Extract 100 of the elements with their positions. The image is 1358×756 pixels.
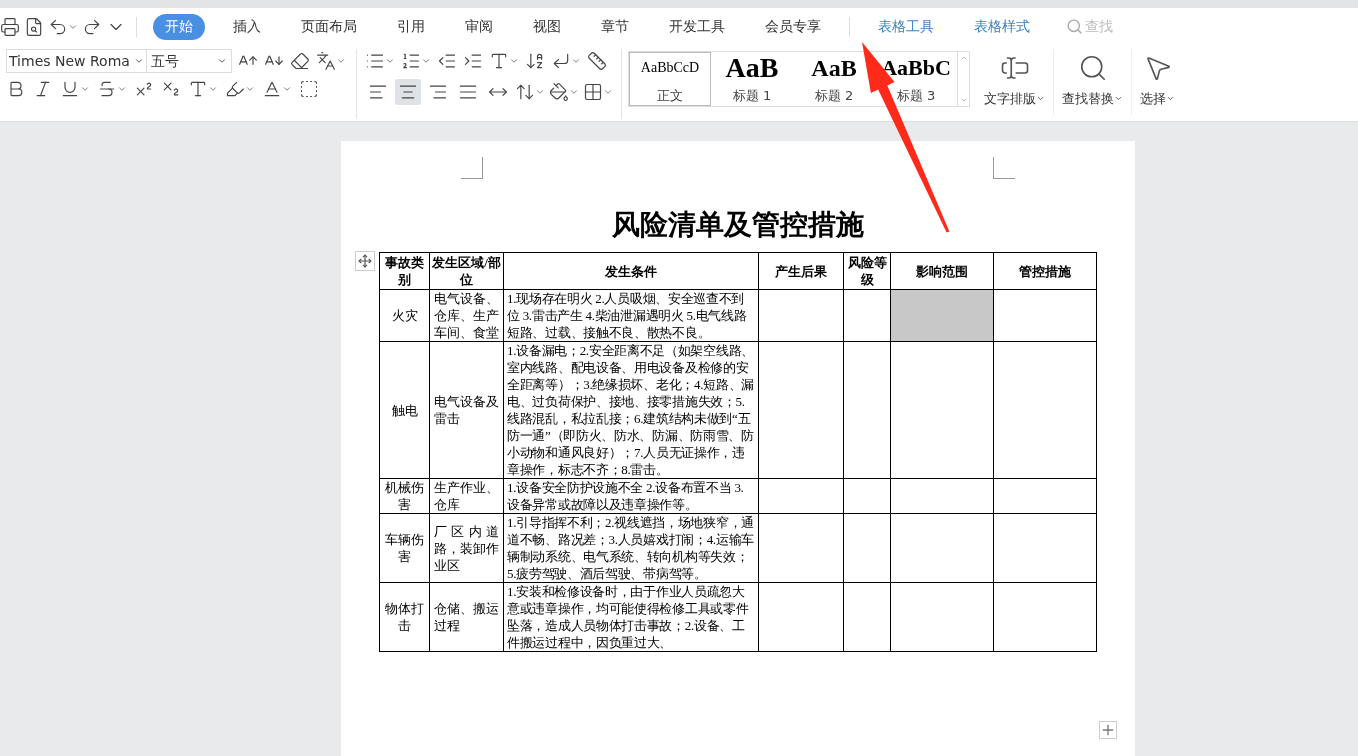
caret-icon[interactable] [535,87,545,97]
caret-icon[interactable] [217,56,227,66]
table-cell: 火灾 [379,289,430,342]
table-cell: 物体打击 [379,582,430,652]
table-cell[interactable] [843,513,891,583]
menu-tab[interactable]: 插入 [221,13,273,40]
caret-icon[interactable] [245,84,255,94]
ribbon-button[interactable]: 查找替换 [1054,49,1132,115]
caret-icon[interactable] [336,56,346,66]
menu-tab[interactable]: 章节 [589,13,641,40]
table-cell: 机械伤害 [379,478,430,514]
sort-icon[interactable] [525,51,545,71]
highlighter-icon[interactable] [225,79,245,99]
table-cell: 生产作业、仓库 [429,478,504,514]
caret-icon[interactable] [509,56,519,66]
menu-tab[interactable]: 引用 [385,13,437,40]
underline-icon[interactable] [60,79,80,99]
ruler-icon[interactable] [587,51,607,71]
caret-icon[interactable] [603,87,613,97]
table-cell[interactable] [758,478,844,514]
add-row-icon[interactable] [1099,721,1117,739]
table-cell[interactable] [993,478,1097,514]
column-header: 发生区域/部位 [429,252,504,290]
table-cell[interactable] [993,582,1097,652]
menu-tab[interactable]: 会员专享 [753,13,833,40]
table-cell[interactable] [758,582,844,652]
paragraph-mark-icon[interactable] [551,51,571,71]
asian-layout-icon[interactable] [489,51,509,71]
table-cell: 车辆伤害 [379,513,430,583]
column-header: 事故类别 [379,252,430,290]
menu-tab[interactable]: 表格工具 [866,13,946,40]
caret-icon[interactable] [385,56,395,66]
font-size-field[interactable]: 五号 [146,49,232,73]
caret-icon[interactable] [117,84,127,94]
table-cell[interactable] [890,478,994,514]
column-header: 影响范围 [890,252,994,290]
table-cell: 1.设备漏电；2.安全距离不足（如架空线路、室内线路、配电设备、用电设备及检修的安全距离等）；3.绝缘损坏、老化；4.短路、漏电、过负荷保护、接地、接零措施失效；5.线路混乱，私拉乱接；6.建筑结构未做到“五防一通”（即防火、防水、防漏、防雨雪、防小动物和通风良好）；7.人员无证操作，违章操作，标志不齐；8.雷击。 [503,341,759,479]
table-cell[interactable] [758,289,844,342]
table-move-handle-icon[interactable] [355,251,375,271]
caret-icon[interactable] [571,56,581,66]
style-preset[interactable]: AaBbCcD 正文 [629,52,711,106]
table-cell[interactable] [993,341,1097,479]
menu-tab[interactable]: 审阅 [453,13,505,40]
column-header: 风险等级 [843,252,891,290]
style-preset[interactable]: AaB 标题 1 [711,52,793,106]
table-cell[interactable] [890,289,994,342]
caret-icon[interactable] [421,56,431,66]
search-icon [1066,18,1083,35]
table-cell[interactable] [993,513,1097,583]
table-cell: 电气设备、仓库、生产车间、食堂 [429,289,504,342]
menu-tab[interactable]: 视图 [521,13,573,40]
font-color-icon[interactable] [262,79,282,99]
menu-tab[interactable]: 开发工具 [657,13,737,40]
table-cell[interactable] [843,341,891,479]
table-cell[interactable] [890,341,994,479]
margin-corner-mark [993,157,1015,179]
borders-icon[interactable] [583,82,603,102]
column-header: 发生条件 [503,252,759,290]
line-spacing-icon[interactable] [515,82,535,102]
print-preview-icon[interactable] [24,16,44,37]
printer-icon[interactable] [0,16,20,37]
eraser-icon[interactable] [290,51,310,71]
table-cell[interactable] [993,289,1097,342]
caret-icon[interactable] [282,84,292,94]
table-cell: 1.安装和检修设备时，由于作业人员疏忽大意或违章操作，均可能使得检修工具或零件坠落，造成人员物体打击事故；2.设备、工件搬运过程中，因负重过大、 [503,582,759,652]
strikethrough-icon[interactable] [97,79,117,99]
align-center-icon[interactable] [395,79,421,105]
table-cell[interactable] [758,513,844,583]
character-border-icon[interactable] [299,79,319,99]
numbered-list-icon[interactable] [401,51,421,71]
menu-tab[interactable]: 页面布局 [289,13,369,40]
table-cell[interactable] [890,513,994,583]
ribbon-button[interactable]: 选择 [1132,49,1183,115]
margin-corner-mark [461,157,483,179]
caret-icon[interactable] [80,84,90,94]
caret-icon[interactable] [569,87,579,97]
table-cell: 厂区内道路，装卸作业区 [429,513,504,583]
phonetic-guide-icon[interactable] [316,51,336,71]
table-cell: 1.现场存在明火 2.人员吸烟、安全巡查不到位 3.雷击产生 4.柴油泄漏遇明火 5.电气线路短路、过载、接触不良、散热不良。 [503,289,759,342]
font-name-field[interactable]: Times New Roma [6,49,147,73]
search-field[interactable]: 查找 [1085,16,1165,37]
table-cell: 触电 [379,341,430,479]
ribbon-button[interactable]: 文字排版 [976,49,1054,115]
text-effect-icon[interactable] [188,79,208,99]
table-cell: 1.引导指挥不利；2.视线遮挡，场地狭窄，通道不畅、路况差；3.人员嬉戏打闹；4.运输车辆制动系统、电气系统、转向机构等失效；5.疲劳驾驶、酒后驾驶、带病驾等。 [503,513,759,583]
table-cell[interactable] [843,478,891,514]
table-cell[interactable] [890,582,994,652]
shading-icon[interactable] [549,82,569,102]
table-cell: 电气设备及雷击 [429,341,504,479]
caret-icon[interactable] [208,84,218,94]
table-cell[interactable] [843,289,891,342]
column-header: 产生后果 [758,252,844,290]
table-cell[interactable] [758,341,844,479]
menu-tab[interactable]: 表格样式 [962,13,1042,40]
document-title: 风险清单及管控措施 [611,208,865,242]
table-cell: 1.设备安全防护设施不全 2.设备布置不当 3.设备异常或故障以及违章操作等。 [503,478,759,514]
table-cell: 仓储、搬运过程 [429,582,504,652]
table-cell[interactable] [843,582,891,652]
column-header: 管控措施 [993,252,1097,290]
caret-icon[interactable] [134,56,144,66]
